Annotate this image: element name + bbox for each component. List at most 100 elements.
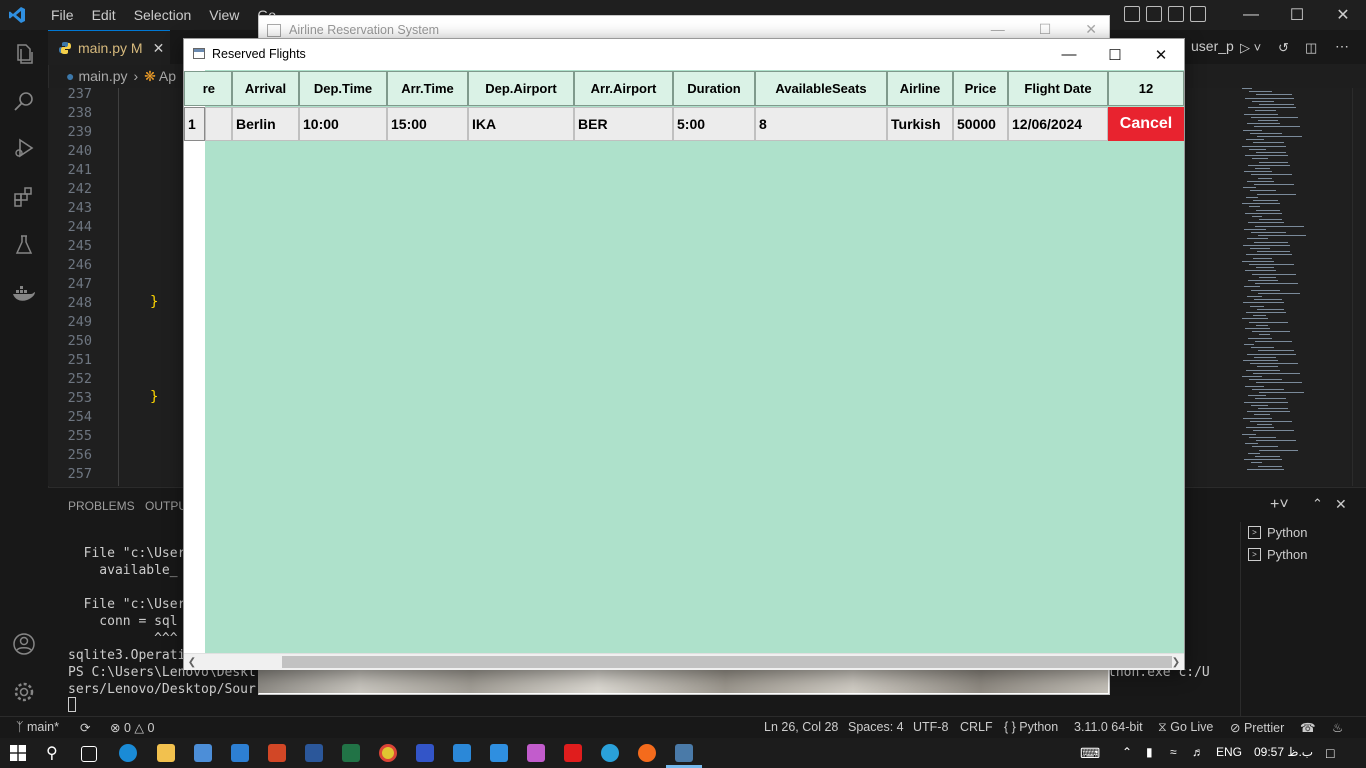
editor-scrollbar[interactable] bbox=[1352, 88, 1366, 486]
close-panel-icon[interactable]: ✕ bbox=[1335, 496, 1347, 513]
testing-icon[interactable] bbox=[10, 231, 38, 259]
firefox-icon[interactable] bbox=[638, 744, 656, 762]
maximize-icon[interactable]: ☐ bbox=[1039, 21, 1052, 38]
minimap-line bbox=[1255, 456, 1280, 457]
run-python-icon[interactable]: ▷ ˅ bbox=[1240, 40, 1261, 56]
store-icon[interactable] bbox=[194, 744, 212, 762]
python-file-icon: ● bbox=[66, 68, 75, 84]
search-icon[interactable] bbox=[10, 87, 38, 115]
clock[interactable]: 09:57 ب.ظ bbox=[1254, 745, 1313, 759]
task-view-icon[interactable] bbox=[81, 746, 97, 762]
minimap-line bbox=[1251, 347, 1274, 349]
language-indicator[interactable]: ENG bbox=[1216, 745, 1242, 759]
minimap-line bbox=[1244, 171, 1272, 173]
word-icon[interactable] bbox=[305, 744, 323, 762]
run-debug-icon[interactable] bbox=[10, 134, 38, 162]
action-center-icon[interactable]: □ bbox=[1326, 745, 1334, 761]
encoding[interactable]: UTF-8 bbox=[913, 720, 948, 734]
sync-icon[interactable]: ⟳ bbox=[80, 720, 90, 735]
tab-close-icon[interactable]: ✕ bbox=[153, 40, 165, 57]
terminal-list-label: Python bbox=[1267, 547, 1308, 562]
maximize-panel-icon[interactable]: ⌃ bbox=[1312, 496, 1323, 512]
extensions-icon[interactable] bbox=[10, 183, 38, 211]
excel-icon[interactable] bbox=[342, 744, 360, 762]
wifi-icon[interactable]: ≈ bbox=[1170, 745, 1177, 759]
docker-icon[interactable] bbox=[10, 280, 38, 308]
file-explorer-icon[interactable] bbox=[157, 744, 175, 762]
manage-gear-icon[interactable] bbox=[10, 678, 38, 706]
tab-user-p[interactable]: user_p bbox=[1191, 38, 1234, 54]
minimize-icon[interactable]: — bbox=[1046, 39, 1092, 70]
windows-start-icon[interactable] bbox=[10, 745, 26, 761]
app-icon[interactable] bbox=[527, 744, 545, 762]
minimap-line bbox=[1254, 414, 1270, 416]
line-number: 249 bbox=[67, 314, 92, 330]
scroll-right-icon[interactable]: ❯ bbox=[1168, 654, 1184, 670]
toggle-sidebar-icon[interactable] bbox=[1124, 6, 1140, 22]
scroll-left-icon[interactable]: ❮ bbox=[184, 654, 200, 670]
powerpoint-icon[interactable] bbox=[268, 744, 286, 762]
header-cell: Dep.Airport bbox=[468, 71, 574, 106]
toggle-secondary-sidebar-icon[interactable] bbox=[1168, 6, 1184, 22]
maximize-icon[interactable]: ☐ bbox=[1092, 39, 1138, 70]
chrome-icon[interactable] bbox=[379, 744, 397, 762]
prettier[interactable]: ⊘ Prettier bbox=[1230, 720, 1284, 735]
todo-icon[interactable] bbox=[453, 744, 471, 762]
explorer-icon[interactable] bbox=[10, 40, 38, 68]
minimap[interactable] bbox=[1240, 88, 1350, 486]
minimap-line bbox=[1259, 392, 1304, 393]
customize-layout-icon[interactable] bbox=[1190, 6, 1206, 22]
tray-chevron-icon[interactable]: ⌃ bbox=[1122, 745, 1132, 759]
menu-selection[interactable]: Selection bbox=[125, 7, 201, 23]
eol[interactable]: CRLF bbox=[960, 720, 993, 734]
tab-main-py[interactable]: main.py M ✕ bbox=[48, 30, 170, 65]
more-actions-icon[interactable]: ⋯ bbox=[1335, 38, 1349, 55]
language-mode[interactable]: { } Python bbox=[1004, 720, 1058, 734]
battery-icon[interactable]: ▮ bbox=[1146, 745, 1153, 759]
menu-view[interactable]: View bbox=[200, 7, 248, 23]
line-number: 242 bbox=[67, 181, 92, 197]
flights-content[interactable]: re Arrival Dep.Time Arr.Time Dep.Airport… bbox=[184, 70, 1184, 653]
split-editor-icon[interactable]: ◫ bbox=[1305, 40, 1317, 56]
python-interpreter[interactable]: 3.11.0 64-bit bbox=[1074, 720, 1143, 734]
close-icon[interactable]: ✕ bbox=[1138, 39, 1184, 70]
toggle-panel-icon[interactable] bbox=[1146, 6, 1162, 22]
cursor-position[interactable]: Ln 26, Col 28 bbox=[764, 720, 838, 734]
notifications-bell-icon[interactable]: ♨ bbox=[1332, 720, 1343, 735]
close-icon[interactable]: ✕ bbox=[1320, 0, 1366, 30]
maximize-icon[interactable]: ☐ bbox=[1274, 0, 1320, 30]
minimize-icon[interactable]: — bbox=[1228, 0, 1274, 30]
source-control-compare-icon[interactable]: ↺ bbox=[1278, 40, 1289, 56]
branch-status[interactable]: ᛉ main* bbox=[16, 720, 59, 734]
keyboard-icon[interactable]: ⌨ bbox=[1080, 745, 1100, 762]
app-icon[interactable] bbox=[416, 744, 434, 762]
menu-edit[interactable]: Edit bbox=[83, 7, 125, 23]
minimap-line bbox=[1242, 433, 1256, 435]
accounts-icon[interactable] bbox=[10, 630, 38, 658]
edge-icon[interactable] bbox=[119, 744, 137, 762]
terminal-list-item[interactable]: > Python bbox=[1248, 525, 1307, 540]
taskbar-search-icon[interactable]: ⚲ bbox=[46, 743, 58, 763]
python-tk-taskbar-icon[interactable] bbox=[675, 744, 693, 762]
menu-file[interactable]: File bbox=[42, 7, 83, 23]
feedback-icon[interactable]: ☎ bbox=[1300, 720, 1316, 735]
minimap-line bbox=[1242, 376, 1262, 377]
youtube-icon[interactable] bbox=[564, 744, 582, 762]
terminal-list-item[interactable]: > Python bbox=[1248, 547, 1307, 562]
mail-icon[interactable] bbox=[231, 744, 249, 762]
go-live[interactable]: ⧖ Go Live bbox=[1158, 720, 1213, 735]
breadcrumb-file[interactable]: main.py bbox=[78, 68, 127, 84]
vscode-taskbar-icon[interactable] bbox=[490, 744, 508, 762]
breadcrumb-symbol[interactable]: Ap bbox=[159, 68, 176, 84]
tab-problems[interactable]: PROBLEMS bbox=[68, 499, 135, 513]
cancel-reservation-button[interactable]: Cancel bbox=[1108, 107, 1184, 141]
horizontal-scrollbar[interactable]: ❮ ❯ bbox=[184, 653, 1184, 670]
problems-status[interactable]: ⊗ 0 △ 0 bbox=[110, 720, 154, 735]
scrollbar-thumb[interactable] bbox=[282, 656, 1172, 668]
close-icon[interactable]: ✕ bbox=[1085, 21, 1097, 38]
telegram-icon[interactable] bbox=[601, 744, 619, 762]
volume-icon[interactable]: ♬ bbox=[1192, 745, 1204, 759]
minimize-icon[interactable]: — bbox=[991, 21, 1005, 38]
indentation[interactable]: Spaces: 4 bbox=[848, 720, 904, 734]
new-terminal-icon[interactable]: +˅ bbox=[1270, 496, 1289, 514]
